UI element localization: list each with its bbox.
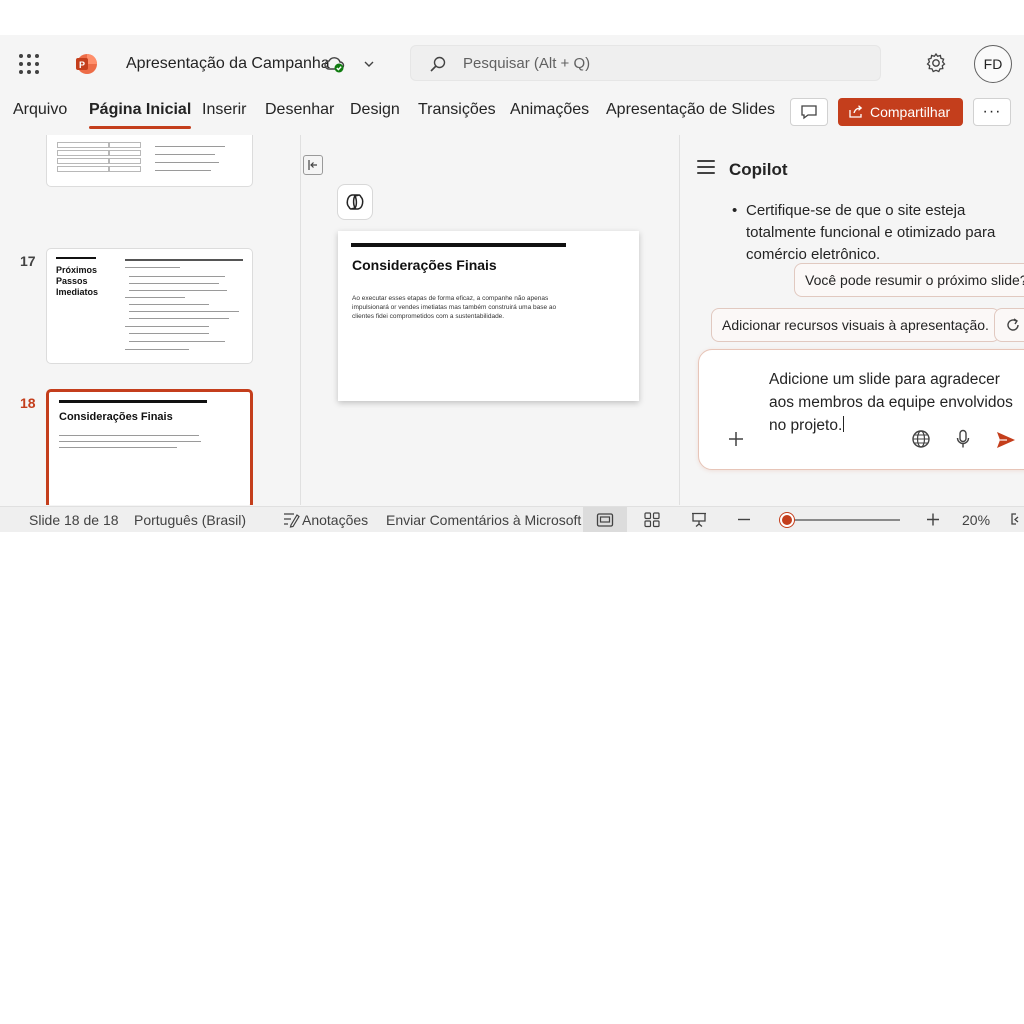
- slide-sorter-icon[interactable]: [643, 511, 661, 528]
- share-button[interactable]: Compartilhar: [838, 98, 963, 126]
- slide-thumbnail-17[interactable]: Próximos Passos Imediatos: [46, 248, 253, 364]
- share-icon: [849, 105, 863, 118]
- slideshow-icon[interactable]: [690, 511, 708, 528]
- zoom-slider-track[interactable]: [782, 519, 900, 521]
- zoom-in-icon[interactable]: [924, 511, 942, 528]
- slide-title[interactable]: Considerações Finais: [352, 257, 497, 273]
- normal-view-icon: [596, 513, 614, 527]
- copilot-pane: Copilot Certifique-se de que o site este…: [680, 135, 1024, 505]
- refresh-suggestions-button[interactable]: [994, 308, 1024, 342]
- normal-view-button[interactable]: [583, 507, 627, 532]
- comment-icon: [801, 105, 817, 120]
- title-bar: P Apresentação da Campanha Pesquisar (Al…: [0, 35, 1024, 93]
- tab-apresentacao-de-slides[interactable]: Apresentação de Slides: [606, 101, 775, 119]
- compose-input[interactable]: Adicione um slide para agradecer aos mem…: [769, 368, 1024, 437]
- tab-design[interactable]: Design: [350, 101, 400, 119]
- zoom-out-icon[interactable]: [735, 511, 753, 528]
- avatar[interactable]: FD: [974, 45, 1012, 83]
- suggestion-chip[interactable]: Adicionar recursos visuais à apresentaçã…: [711, 308, 1000, 342]
- notes-icon[interactable]: [282, 511, 300, 528]
- pane-divider[interactable]: [300, 135, 301, 505]
- send-icon[interactable]: [995, 430, 1017, 450]
- gear-icon[interactable]: [925, 52, 947, 74]
- tab-arquivo[interactable]: Arquivo: [13, 101, 67, 119]
- zoom-slider-handle[interactable]: [779, 513, 794, 527]
- tab-transicoes[interactable]: Transições: [418, 101, 496, 119]
- ribbon-tabs: Arquivo Página Inicial Inserir Desenhar …: [0, 93, 1024, 133]
- tab-inserir[interactable]: Inserir: [202, 101, 246, 119]
- notes-button[interactable]: Anotações: [302, 512, 368, 528]
- language-indicator[interactable]: Português (Brasil): [134, 512, 246, 528]
- more-options-button[interactable]: ···: [973, 98, 1011, 126]
- powerpoint-window: P Apresentação da Campanha Pesquisar (Al…: [0, 35, 1024, 532]
- search-placeholder: Pesquisar (Alt + Q): [463, 55, 591, 72]
- powerpoint-logo-icon: P: [76, 54, 97, 74]
- document-title[interactable]: Apresentação da Campanha: [126, 55, 330, 73]
- app-launcher-icon[interactable]: [19, 54, 39, 74]
- cloud-saved-icon[interactable]: [323, 54, 345, 74]
- share-label: Compartilhar: [870, 104, 951, 120]
- copilot-title: Copilot: [729, 160, 788, 179]
- slide-counter: Slide 18 de 18: [29, 512, 119, 528]
- slide-thumbnails-pane: 17 Próximos Passos Imediatos 18 Consider…: [0, 135, 300, 505]
- comments-button[interactable]: [790, 98, 828, 126]
- slide-number-17: 17: [20, 253, 36, 269]
- tab-desenhar[interactable]: Desenhar: [265, 101, 334, 119]
- status-bar: Slide 18 de 18 Português (Brasil) Anotaç…: [0, 506, 1024, 532]
- slide-title-bar: [351, 243, 566, 247]
- feedback-button[interactable]: Enviar Comentários à Microsoft: [386, 512, 581, 528]
- chevron-down-icon[interactable]: [362, 57, 376, 71]
- slide-thumbnail-16[interactable]: [46, 135, 253, 187]
- menu-icon[interactable]: [697, 160, 715, 174]
- copilot-icon[interactable]: [337, 184, 373, 220]
- copilot-compose-box[interactable]: Adicione um slide para agradecer aos mem…: [698, 349, 1024, 470]
- tab-animacoes[interactable]: Animações: [510, 101, 589, 119]
- copilot-response-bullet: Certifique-se de que o site esteja total…: [732, 200, 1022, 266]
- svg-text:P: P: [79, 60, 85, 70]
- search-icon: [430, 56, 446, 72]
- slide-number-18: 18: [20, 395, 36, 411]
- slide-body-text[interactable]: Ao executar esses etapas de forma eficaz…: [352, 294, 562, 321]
- slide-thumbnail-18[interactable]: Considerações Finais: [46, 389, 253, 505]
- search-box[interactable]: Pesquisar (Alt + Q): [410, 45, 881, 81]
- plus-icon[interactable]: [727, 430, 745, 448]
- microphone-icon[interactable]: [955, 429, 971, 449]
- refresh-icon: [1007, 318, 1019, 331]
- thumbnail-title-18: Considerações Finais: [59, 411, 173, 423]
- slide-canvas[interactable]: Considerações Finais Ao executar esses e…: [338, 231, 639, 401]
- fit-to-window-icon[interactable]: [1008, 511, 1024, 528]
- collapse-pane-icon[interactable]: [303, 155, 323, 175]
- tab-pagina-inicial[interactable]: Página Inicial: [89, 101, 192, 129]
- thumbnail-title-17: Próximos Passos Imediatos: [56, 265, 99, 297]
- user-message-bubble: Você pode resumir o próximo slide?: [794, 263, 1024, 297]
- zoom-level[interactable]: 20%: [962, 512, 990, 528]
- globe-icon[interactable]: [911, 429, 931, 449]
